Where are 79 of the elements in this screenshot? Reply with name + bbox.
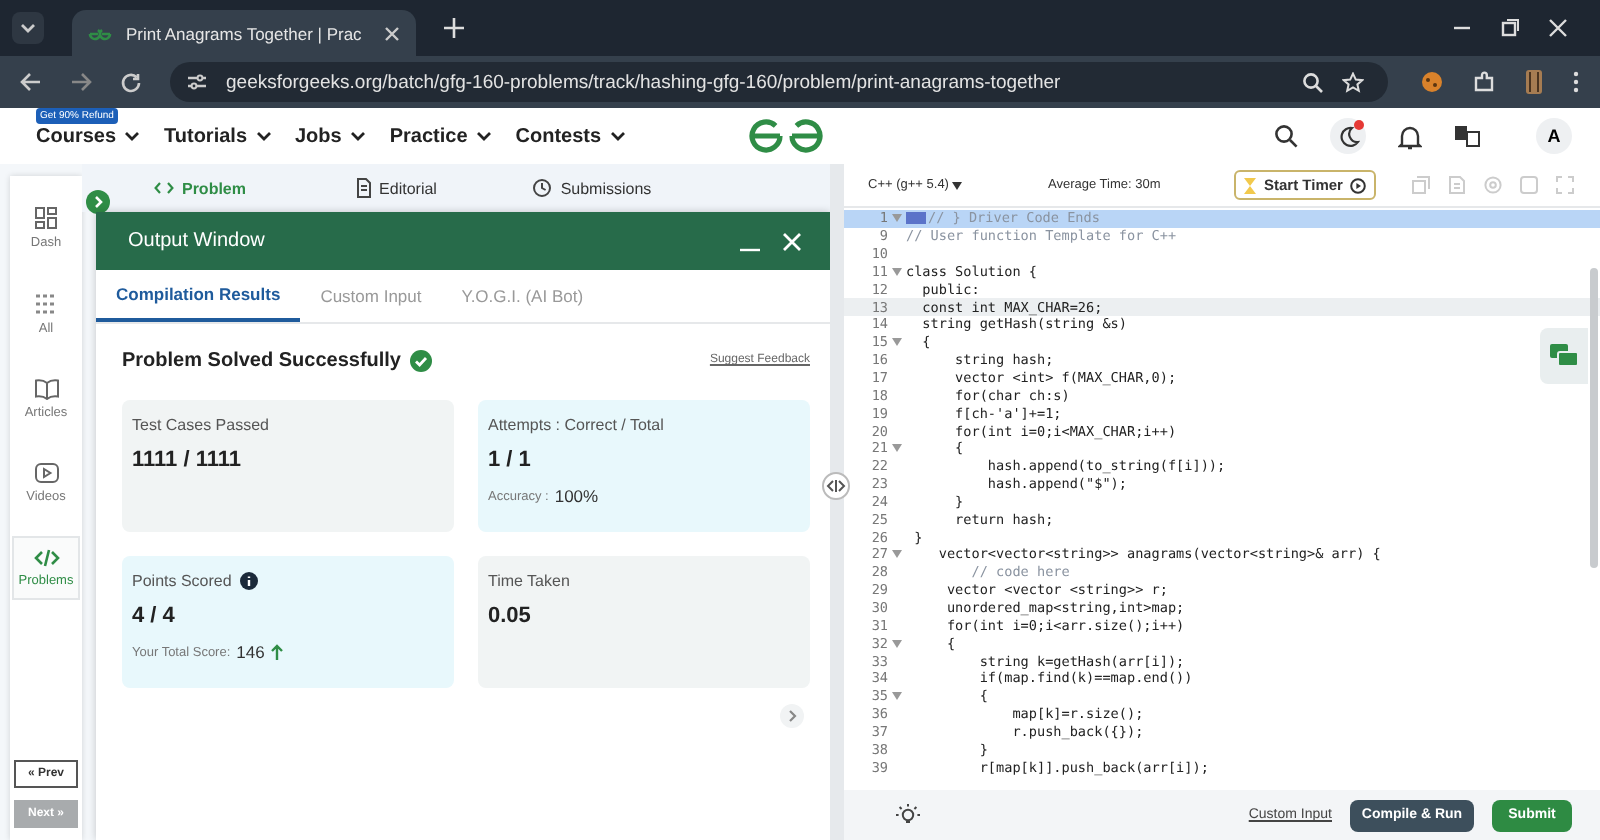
search-icon[interactable] <box>1274 124 1298 148</box>
bell-icon[interactable] <box>1398 123 1422 149</box>
hourglass-icon <box>1244 177 1256 193</box>
star-icon[interactable] <box>1342 71 1364 93</box>
card-title: Test Cases Passed <box>132 416 269 434</box>
card-title: Attempts : Correct / Total <box>488 416 664 434</box>
cookie-icon[interactable] <box>1420 70 1444 94</box>
status-message: Problem Solved Successfully <box>122 349 401 371</box>
logo-icon[interactable] <box>748 118 824 154</box>
info-icon[interactable] <box>239 572 258 590</box>
check-icon <box>409 349 431 371</box>
code-icon <box>33 548 59 568</box>
code-icon <box>153 180 174 196</box>
moon-icon <box>1337 125 1359 147</box>
card-value: 0.05 <box>488 604 533 628</box>
restore-icon[interactable] <box>1500 18 1520 38</box>
document-icon <box>355 178 372 198</box>
clock-icon <box>532 178 553 198</box>
zoom-icon[interactable] <box>1302 71 1324 93</box>
avatar[interactable]: A <box>1536 118 1572 154</box>
card-value: 1 / 1 <box>488 448 533 472</box>
nav-menu[interactable]: Tutorials <box>164 125 271 147</box>
site-settings-icon[interactable] <box>186 72 208 92</box>
tab-title: Print Anagrams Together | Prac <box>126 23 364 43</box>
fold-icon[interactable] <box>892 444 902 453</box>
nav-menu[interactable]: Contests <box>515 125 626 147</box>
output-tab[interactable]: Compilation Results <box>96 270 301 322</box>
chat-button[interactable] <box>1540 328 1588 384</box>
card-title: Points Scored <box>132 572 232 590</box>
card-title: Time Taken <box>488 572 570 590</box>
caret-icon <box>124 130 141 142</box>
detail-value: 100% <box>554 486 599 506</box>
caret-icon <box>952 181 963 189</box>
profile-icon[interactable] <box>1524 68 1544 96</box>
lightbulb-icon[interactable] <box>896 803 920 827</box>
play-icon <box>1350 177 1367 193</box>
caret-icon <box>609 130 626 142</box>
back-icon[interactable] <box>20 72 42 92</box>
grid-icon <box>34 292 58 316</box>
scrollbar[interactable] <box>1590 268 1598 568</box>
site-logo-icon <box>88 25 112 41</box>
fold-icon[interactable] <box>892 692 902 701</box>
nav-menu[interactable]: Practice <box>389 125 492 147</box>
fold-icon[interactable] <box>892 338 902 347</box>
new-tab-icon[interactable] <box>444 18 464 38</box>
fold-icon[interactable] <box>892 267 902 276</box>
window-title: Output Window <box>128 230 265 252</box>
theme-button[interactable] <box>1330 118 1366 154</box>
problem-tab[interactable]: Editorial <box>298 164 494 212</box>
menu-icon[interactable] <box>1572 70 1580 94</box>
reload-icon[interactable] <box>120 71 142 93</box>
close-icon[interactable] <box>1548 18 1568 38</box>
video-icon <box>33 462 59 484</box>
dashboard-icon <box>34 206 58 230</box>
fold-icon[interactable] <box>892 550 902 559</box>
problem-tab[interactable]: Problem <box>102 164 298 212</box>
card-value: 1111 / 1111 <box>132 448 243 472</box>
folded-code-marker[interactable] <box>906 212 926 225</box>
detail-value: 146 <box>236 642 265 662</box>
nav-menu[interactable]: Jobs <box>295 125 366 147</box>
url-text: geeksforgeeks.org/batch/gfg-160-problems/track/hashing-gfg-160/problem/print-anagrams-together <box>226 71 1061 93</box>
extensions-icon[interactable] <box>1472 70 1496 94</box>
close-icon[interactable] <box>384 25 400 41</box>
forward-icon[interactable] <box>70 72 92 92</box>
expand-icon[interactable] <box>86 190 110 214</box>
caret-icon <box>349 130 366 142</box>
address-field[interactable]: geeksforgeeks.org/batch/gfg-160-problems/track/hashing-gfg-160/problem/print-anagrams-together <box>170 62 1388 102</box>
tab-list-button[interactable] <box>12 12 44 44</box>
chevron-right-icon[interactable] <box>780 704 804 728</box>
fold-icon[interactable] <box>892 639 902 648</box>
card-value: 4 / 4 <box>132 604 177 628</box>
browser-tab[interactable]: Print Anagrams Together | Prac <box>72 10 416 56</box>
caret-icon <box>18 18 38 38</box>
caret-icon <box>475 130 492 142</box>
book-icon <box>33 378 59 400</box>
nav-menu[interactable]: Courses <box>36 125 141 147</box>
problem-tab[interactable]: Submissions <box>494 164 690 212</box>
caret-icon <box>255 130 271 142</box>
chat-icon <box>1550 344 1578 368</box>
